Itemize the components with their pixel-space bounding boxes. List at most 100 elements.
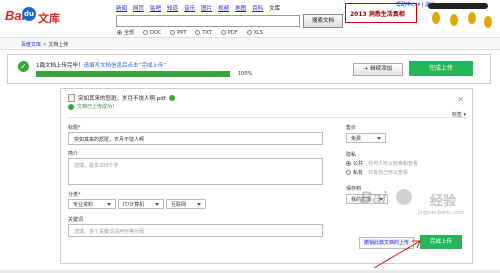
filetype-filter-option[interactable]: DOC <box>143 29 161 36</box>
privacy-private-hint: 只有自己可以查看 <box>368 170 409 176</box>
search-input[interactable] <box>116 15 300 27</box>
complete-upload-button[interactable]: 完成上传 <box>409 61 473 76</box>
upload-success-text: 文档已上传成功！ <box>77 104 118 110</box>
nav-link[interactable]: 文库 <box>269 4 280 12</box>
chevron-down-icon <box>155 202 159 206</box>
decorative-drop <box>432 12 440 24</box>
decorative-drop <box>484 16 492 28</box>
keywords-label: 关键词 <box>68 217 84 223</box>
radio-unchecked-icon <box>170 30 176 35</box>
nav-link[interactable]: 图片 <box>201 4 212 12</box>
watermark-brand: Bai <box>360 188 387 207</box>
category-value-1: 专业资料 <box>73 201 94 208</box>
privacy-public-label: 公共 <box>353 161 364 167</box>
filetype-filter-option[interactable]: TXT <box>195 29 212 36</box>
chevron-down-icon <box>107 202 111 206</box>
privacy-option-private[interactable]: 私有 只有自己可以查看 <box>346 169 408 176</box>
chevron-down-icon <box>377 136 381 140</box>
privacy-option-public[interactable]: 公共 任何人可以检索和查看 <box>346 160 418 167</box>
decorative-bar <box>428 3 488 9</box>
divider <box>67 117 467 118</box>
nav-link[interactable]: 百科 <box>252 4 263 12</box>
category-select-2[interactable]: IT/计算机 <box>118 199 164 209</box>
nav-link[interactable]: 音乐 <box>184 4 195 12</box>
filetype-filter-label: DOC <box>150 29 162 36</box>
filename-text: 突如其来的怒斑，岁月不饶人啊.pdf <box>78 96 166 102</box>
save-to-label: 保存到 <box>346 186 362 192</box>
radio-unchecked-icon <box>346 170 351 175</box>
status-instruction: 请填写文档信息后点击“完成上传” <box>83 63 167 69</box>
watermark-brand2: 经验 <box>430 194 457 209</box>
radio-checked-icon <box>346 161 351 166</box>
filetype-filter-label: TXT <box>202 29 212 36</box>
breadcrumb: 百度文库 > 文档上传 <box>0 37 500 50</box>
privacy-public-hint: 任何人可以检索和查看 <box>368 161 419 167</box>
filetype-filter-option[interactable]: PDF <box>220 29 238 36</box>
add-more-button[interactable]: + 继续添加 <box>353 63 403 76</box>
promo-banner-text: 2013 洞悉生活真相 <box>350 11 405 18</box>
close-icon[interactable]: ✕ <box>457 95 464 104</box>
category-label-text: 分类 <box>68 192 79 198</box>
title-label: 标题* <box>68 124 81 131</box>
title-input[interactable]: 突如其来的怒斑，岁月不饶人啊 <box>68 132 323 145</box>
breadcrumb-root[interactable]: 百度文库 <box>21 42 41 48</box>
filetype-filter-option[interactable]: 全部 <box>117 29 134 36</box>
upload-progress-label: 100% <box>238 71 253 77</box>
filetype-filter-option[interactable]: XLS <box>246 29 263 36</box>
baidu-jingyan-watermark: Bai 经验 jingyan.baidu.com <box>360 188 490 238</box>
radio-unchecked-icon <box>143 30 149 35</box>
document-filename: 突如其来的怒斑，岁月不饶人啊.pdf <box>68 94 175 102</box>
filetype-filters: 全部 DOC PPT TXT PDF XLS <box>117 29 263 36</box>
nav-link[interactable]: 地图 <box>235 4 246 12</box>
price-select[interactable]: 免费 <box>346 133 386 143</box>
decorative-drop <box>468 12 476 24</box>
filetype-filter-label: PDF <box>227 29 238 36</box>
baidu-wenku-logo[interactable]: Bai du 文库 <box>5 5 61 29</box>
top-header: Bai du 文库 新闻 网页 贴吧 知道 音乐 图片 视频 地图 百科 文库 搜索文档 全部 DO… <box>0 0 500 36</box>
filetype-filter-option[interactable]: PPT <box>170 29 186 36</box>
watermark-url: jingyan.baidu.com <box>418 210 465 216</box>
radio-unchecked-icon <box>246 30 252 35</box>
keywords-input[interactable]: 选填，多个关键词请用空格分隔 <box>68 224 323 237</box>
status-prefix: 1篇文档上传完毕！ <box>36 63 84 69</box>
top-nav: 新闻 网页 贴吧 知道 音乐 图片 视频 地图 百科 文库 <box>116 4 280 12</box>
decorative-graphic <box>420 0 500 36</box>
radio-checked-icon <box>117 30 122 35</box>
radio-unchecked-icon <box>220 30 226 35</box>
nav-link[interactable]: 贴吧 <box>150 4 161 12</box>
category-select-3[interactable]: 互联网 <box>166 199 206 209</box>
upload-progress-fill <box>36 71 230 77</box>
annotation-arrow-icon <box>373 240 421 269</box>
ok-icon <box>168 95 175 101</box>
success-check-icon: ✓ <box>18 61 29 72</box>
required-mark: * <box>78 192 81 198</box>
price-value: 免费 <box>351 135 362 142</box>
category-select-1[interactable]: 专业资料 <box>68 199 116 209</box>
upload-status-panel: ✓ 1篇文档上传完毕！请填写文档信息后点击“完成上传” 100% + 继续添加 … <box>7 54 491 84</box>
filetype-filter-label: PPT <box>177 29 187 36</box>
pdf-file-icon <box>68 94 75 102</box>
breadcrumb-current: 文档上传 <box>48 42 69 48</box>
radio-unchecked-icon <box>195 30 201 35</box>
intro-textarea[interactable]: 选填，最多200个字 <box>68 158 323 185</box>
nav-link[interactable]: 知道 <box>167 4 178 12</box>
decorative-drop <box>450 14 458 26</box>
intro-label: 简介 <box>68 151 79 157</box>
nav-link[interactable]: 新闻 <box>116 4 127 12</box>
filetype-filter-label: 全部 <box>124 30 135 36</box>
upload-success-note: 文档已上传成功！ <box>68 103 117 110</box>
filetype-filter-label: XLS <box>253 29 263 36</box>
logo-paw-icon: du <box>22 7 36 21</box>
category-label: 分类* <box>68 191 81 198</box>
search-button[interactable]: 搜索文档 <box>303 14 343 28</box>
logo-wenku-text: 文库 <box>38 13 60 25</box>
success-dot-icon <box>68 103 74 110</box>
required-mark: * <box>78 125 81 131</box>
privacy-label: 隐私 <box>346 152 357 158</box>
category-value-3: 互联网 <box>171 201 187 208</box>
title-label-text: 标题 <box>68 125 79 131</box>
nav-link[interactable]: 视频 <box>218 4 229 12</box>
upload-progress-bar <box>36 71 230 77</box>
nav-link[interactable]: 网页 <box>133 4 144 12</box>
privacy-private-label: 私有 <box>353 170 364 176</box>
